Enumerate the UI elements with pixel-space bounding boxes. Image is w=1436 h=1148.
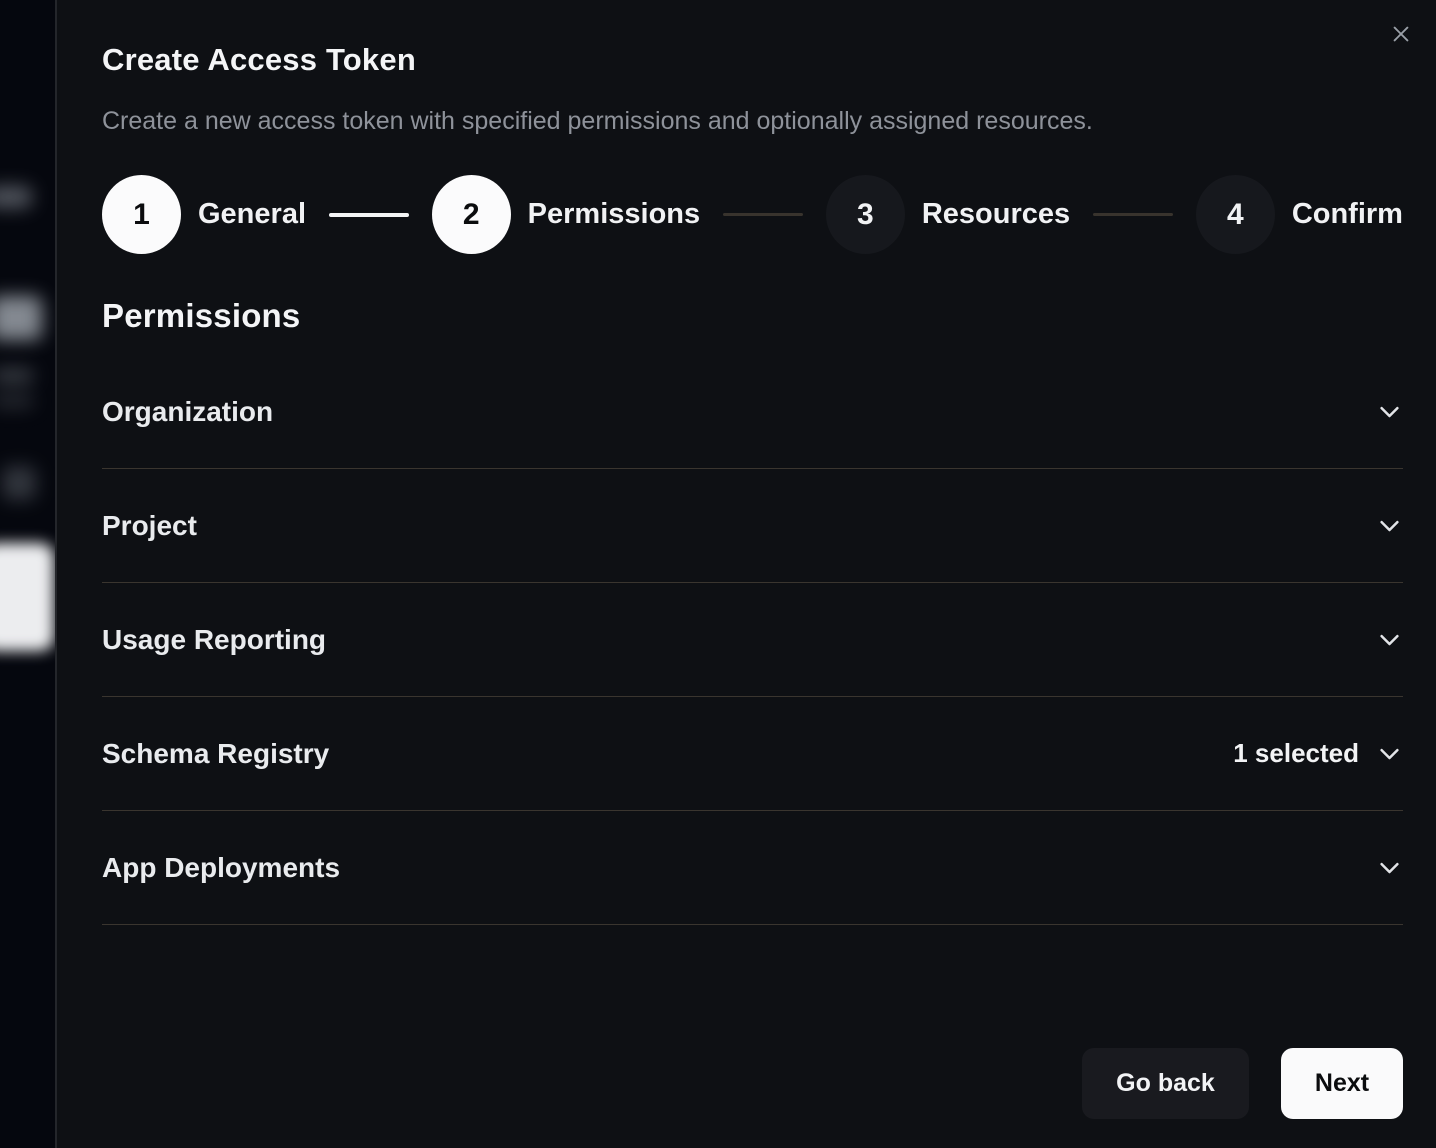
accordion-row-app-deployments[interactable]: App Deployments	[102, 811, 1403, 925]
step-number-badge: 1	[102, 175, 181, 254]
chevron-down-icon	[1376, 626, 1403, 653]
step-number-badge: 3	[826, 175, 905, 254]
accordion-label: Project	[102, 510, 197, 542]
go-back-button[interactable]: Go back	[1082, 1048, 1249, 1119]
blurred-background-element	[2, 466, 36, 500]
modal-footer: Go back Next	[1082, 1048, 1403, 1119]
blurred-background-element	[0, 296, 42, 340]
step-label: Confirm	[1292, 198, 1403, 231]
accordion-row-right	[1376, 626, 1403, 653]
modal-title: Create Access Token	[102, 42, 1403, 78]
chevron-down-icon	[1376, 740, 1403, 767]
accordion-row-right	[1376, 512, 1403, 539]
accordion-row-right: 1 selected	[1233, 738, 1403, 769]
blurred-background-card	[0, 543, 54, 651]
accordion-row-schema-registry[interactable]: Schema Registry 1 selected	[102, 697, 1403, 811]
next-button[interactable]: Next	[1281, 1048, 1403, 1119]
accordion-label: App Deployments	[102, 852, 340, 884]
close-button[interactable]	[1385, 18, 1417, 50]
chevron-down-icon	[1376, 398, 1403, 425]
step-permissions[interactable]: 2 Permissions	[432, 175, 700, 254]
step-label: Resources	[922, 198, 1070, 231]
permissions-heading: Permissions	[102, 297, 1403, 335]
wizard-stepper: 1 General 2 Permissions 3 Resources 4 Co…	[102, 175, 1403, 254]
accordion-label: Usage Reporting	[102, 624, 326, 656]
close-icon	[1390, 23, 1412, 45]
step-label: General	[198, 198, 306, 231]
modal-subtitle: Create a new access token with specified…	[102, 107, 1403, 136]
accordion-label: Organization	[102, 396, 273, 428]
accordion-row-organization[interactable]: Organization	[102, 355, 1403, 469]
selected-count-badge: 1 selected	[1233, 738, 1359, 769]
step-number-badge: 2	[432, 175, 511, 254]
chevron-down-icon	[1376, 854, 1403, 881]
background-page-strip	[0, 0, 55, 1148]
accordion-row-usage-reporting[interactable]: Usage Reporting	[102, 583, 1403, 697]
step-connector	[1093, 213, 1173, 216]
accordion-row-right	[1376, 854, 1403, 881]
accordion-label: Schema Registry	[102, 738, 329, 770]
step-number-badge: 4	[1196, 175, 1275, 254]
step-label: Permissions	[528, 198, 700, 231]
chevron-down-icon	[1376, 512, 1403, 539]
blurred-background-element	[0, 186, 32, 208]
blurred-background-element	[0, 394, 34, 408]
accordion-row-right	[1376, 398, 1403, 425]
step-connector	[723, 213, 803, 216]
step-connector	[329, 213, 409, 217]
step-resources[interactable]: 3 Resources	[826, 175, 1070, 254]
step-general[interactable]: 1 General	[102, 175, 306, 254]
create-access-token-modal: Create Access Token Create a new access …	[55, 0, 1436, 1148]
accordion-row-project[interactable]: Project	[102, 469, 1403, 583]
step-confirm[interactable]: 4 Confirm	[1196, 175, 1403, 254]
blurred-background-element	[0, 368, 34, 384]
permissions-accordion: Organization Project Usage Reporting	[102, 355, 1403, 925]
